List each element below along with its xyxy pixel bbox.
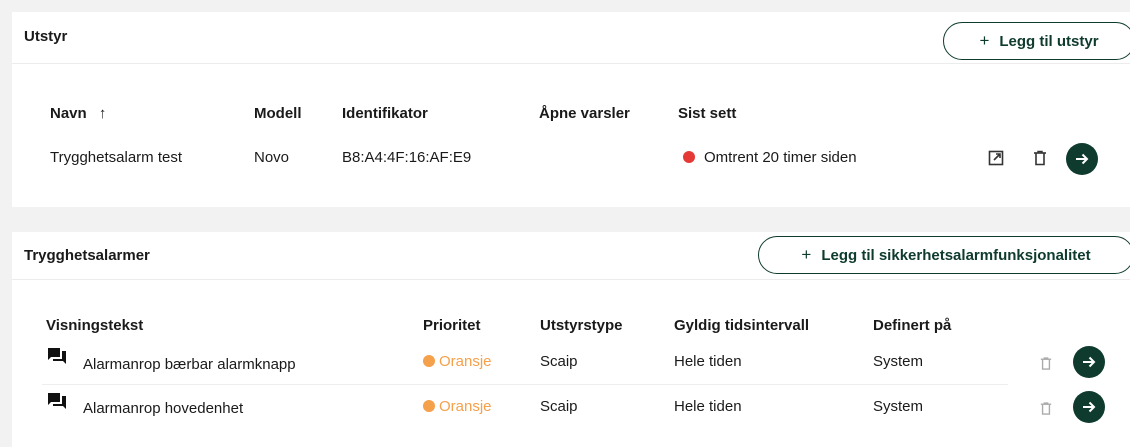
trash-icon[interactable] [1036, 398, 1056, 418]
trash-icon[interactable] [1030, 148, 1050, 168]
column-header-definert[interactable]: Definert på [873, 317, 951, 334]
column-header-tidsintervall[interactable]: Gyldig tidsintervall [674, 317, 809, 334]
cell-prioritet: Oransje [423, 353, 492, 370]
column-header-apne-varsler[interactable]: Åpne varsler [539, 105, 630, 122]
arrow-right-button[interactable] [1073, 346, 1105, 378]
chat-icon [48, 393, 66, 409]
add-alarm-function-label: Legg til sikkerhetsalarmfunksjonalitet [821, 246, 1091, 264]
cell-identifikator: B8:A4:4F:16:AF:E9 [342, 149, 472, 166]
arrow-right-icon [1083, 401, 1096, 413]
cell-navn: Trygghetsalarm test [50, 149, 182, 166]
cell-modell: Novo [254, 149, 290, 166]
plus-icon: + [979, 31, 990, 50]
trygghetsalarmer-title: Trygghetsalarmer [24, 247, 150, 264]
add-alarm-function-button[interactable]: + Legg til sikkerhetsalarmfunksjonalitet [758, 236, 1130, 274]
sist-sett-text: Omtrent 20 timer siden [704, 149, 857, 166]
cell-definert: System [873, 353, 924, 370]
trygghetsalarmer-card: Trygghetsalarmer + Legg til sikkerhetsal… [12, 232, 1130, 447]
plus-icon: + [801, 245, 812, 264]
column-header-prioritet[interactable]: Prioritet [423, 317, 481, 334]
priority-text: Oransje [439, 398, 492, 415]
open-external-icon[interactable] [986, 148, 1006, 168]
utstyr-card: Utstyr + Legg til utstyr Navn ↑ Modell I… [12, 12, 1130, 207]
cell-tidsintervall: Hele tiden [674, 353, 742, 370]
arrow-right-icon [1083, 356, 1096, 368]
cell-utstyrstype: Scaip [540, 353, 578, 370]
column-label-navn: Navn [50, 105, 87, 122]
trash-icon[interactable] [1036, 353, 1056, 373]
arrow-right-button[interactable] [1073, 391, 1105, 423]
column-header-visningstekst[interactable]: Visningstekst [46, 317, 143, 334]
arrow-right-icon [1076, 153, 1089, 165]
arrow-right-button[interactable] [1066, 143, 1098, 175]
cell-visningstekst: Alarmanrop bærbar alarmknapp [83, 356, 296, 373]
cell-definert: System [873, 398, 924, 415]
column-header-modell[interactable]: Modell [254, 105, 302, 122]
chat-icon [48, 348, 66, 364]
column-header-utstyrstype[interactable]: Utstyrstype [540, 317, 623, 334]
column-header-navn[interactable]: Navn ↑ [50, 105, 106, 122]
cell-sist-sett: Omtrent 20 timer siden [683, 149, 857, 166]
priority-dot-icon [423, 400, 435, 412]
cell-prioritet: Oransje [423, 398, 492, 415]
add-utstyr-label: Legg til utstyr [999, 32, 1099, 50]
cell-visningstekst: Alarmanrop hovedenhet [83, 400, 244, 417]
sort-ascending-icon: ↑ [98, 105, 107, 122]
row-divider [42, 384, 1008, 385]
priority-dot-icon [423, 355, 435, 367]
status-dot-icon [683, 151, 695, 163]
utstyr-card-header: Utstyr + Legg til utstyr [12, 12, 1130, 64]
column-header-identifikator[interactable]: Identifikator [342, 105, 428, 122]
cell-tidsintervall: Hele tiden [674, 398, 742, 415]
cell-utstyrstype: Scaip [540, 398, 578, 415]
column-header-sist-sett[interactable]: Sist sett [678, 105, 736, 122]
priority-text: Oransje [439, 353, 492, 370]
utstyr-title: Utstyr [24, 28, 68, 45]
trygghetsalarmer-card-header: Trygghetsalarmer + Legg til sikkerhetsal… [12, 232, 1130, 280]
add-utstyr-button[interactable]: + Legg til utstyr [943, 22, 1130, 60]
